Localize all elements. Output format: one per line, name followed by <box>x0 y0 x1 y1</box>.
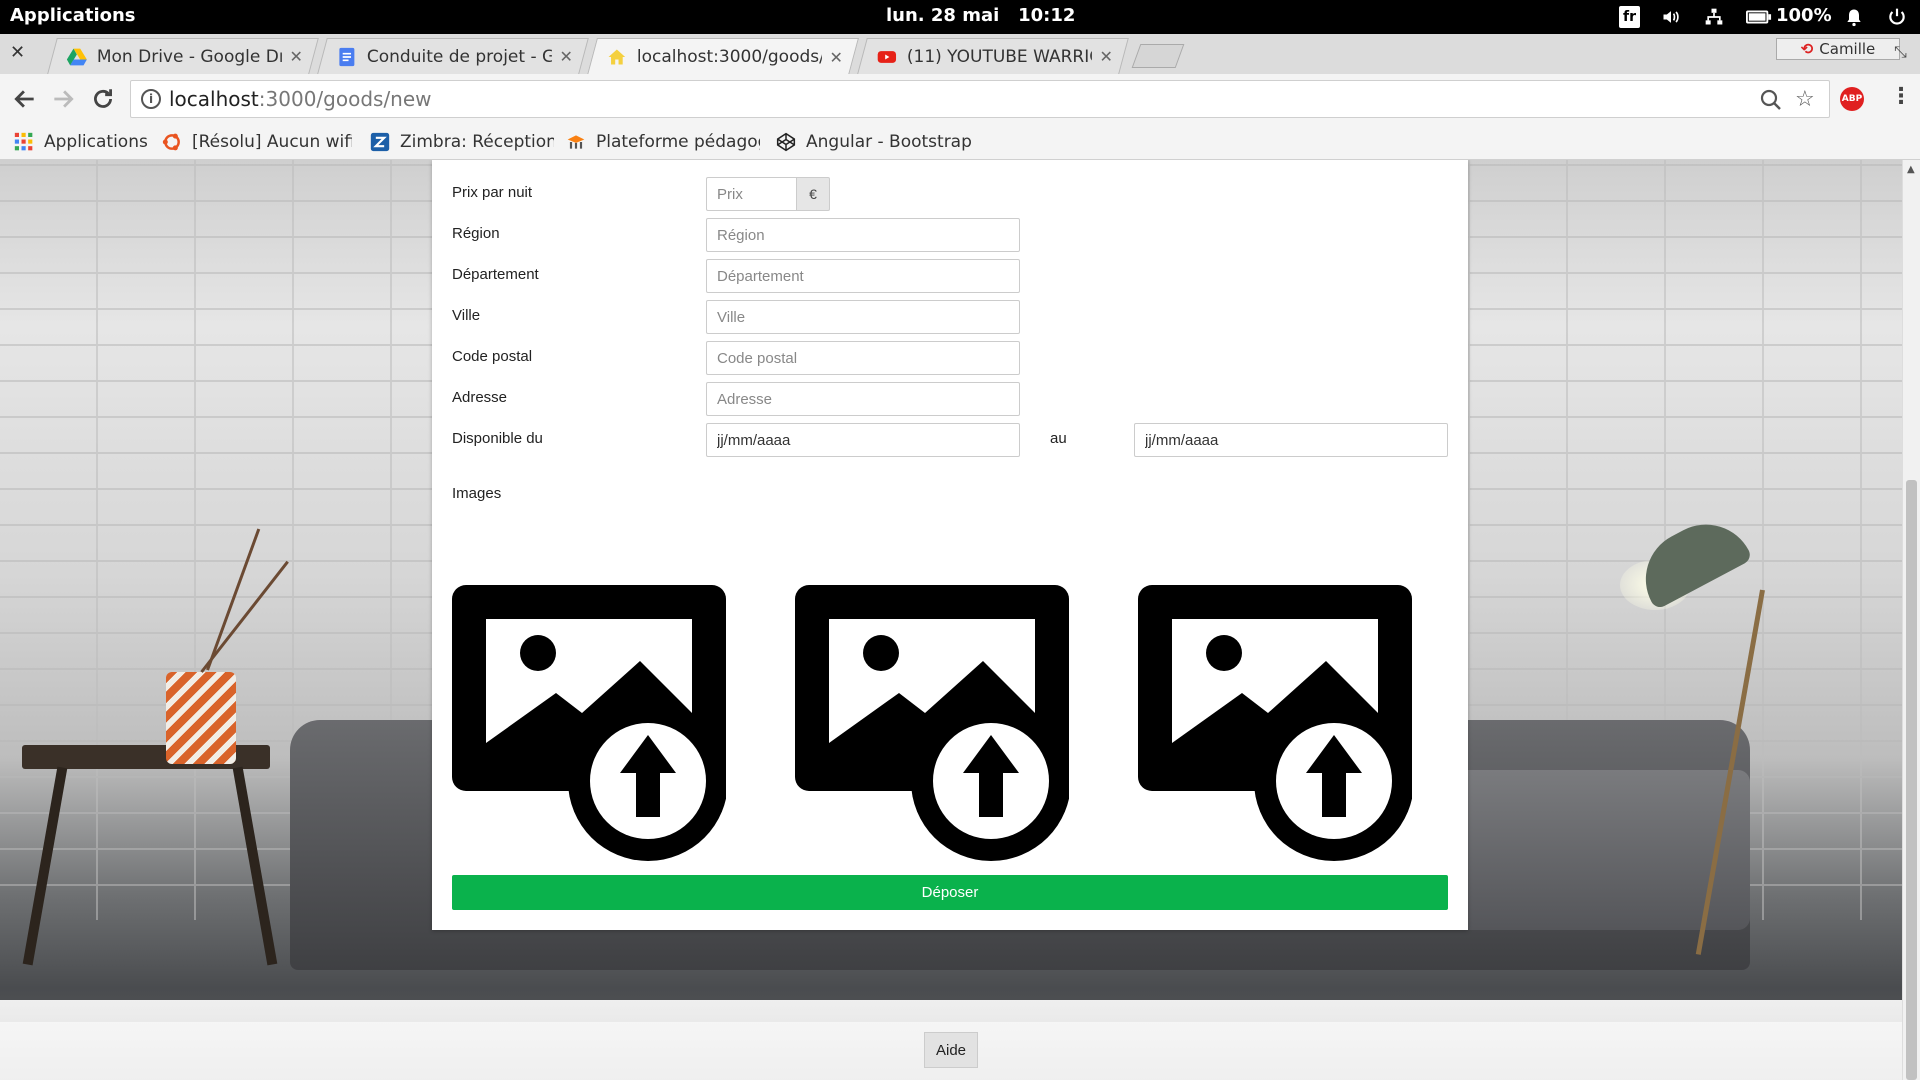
tab-title: Mon Drive - Google Drive <box>96 46 282 67</box>
ubuntu-icon <box>162 133 180 151</box>
bookmark-resolu-wifi[interactable]: [Résolu] Aucun wifi ha <box>162 128 352 156</box>
tab-localhost-active[interactable]: localhost:3000/goods/new ✕ <box>587 38 859 75</box>
back-arrow-icon[interactable] <box>12 86 38 112</box>
notification-bell-icon[interactable] <box>1843 7 1865 27</box>
city-input[interactable] <box>706 300 1020 334</box>
google-drive-icon <box>66 48 87 65</box>
bookmark-label: Zimbra: Réception <box>400 132 554 152</box>
tab-title: Conduite de projet - Google Docs <box>366 46 552 67</box>
profile-name: Camille <box>1819 40 1876 58</box>
available-from-label: Disponible du <box>452 430 543 447</box>
region-label: Région <box>452 225 500 242</box>
postal-code-label: Code postal <box>452 348 533 365</box>
close-window-icon[interactable]: ✕ <box>10 42 25 63</box>
new-tab-button[interactable] <box>1131 44 1185 68</box>
tab-google-docs[interactable]: Conduite de projet - Google Docs ✕ <box>317 38 589 74</box>
vase-background <box>166 672 236 764</box>
new-good-form-card: Prix par nuit € Région Département Ville… <box>432 160 1468 930</box>
address-bar[interactable]: i localhost:3000/goods/new ☆ <box>130 80 1830 118</box>
image-upload-slot-1[interactable] <box>452 585 728 861</box>
page-viewport: Prix par nuit € Région Département Ville… <box>0 160 1902 1080</box>
tab-title: (11) YOUTUBE WARRIORS <box>906 46 1092 67</box>
site-info-icon[interactable]: i <box>141 89 161 109</box>
image-upload-slot-3[interactable] <box>1138 585 1414 861</box>
google-docs-icon <box>339 47 355 66</box>
tab-title: localhost:3000/goods/new <box>636 47 822 67</box>
bookmark-angular-bootstrap[interactable]: Angular - Bootstrap <box>776 128 976 156</box>
battery-percentage: 100% <box>1776 5 1832 26</box>
bookmark-label: [Résolu] Aucun wifi ha <box>192 132 352 152</box>
apps-grid-icon <box>14 132 33 151</box>
os-top-bar: Applications lun. 28 mai 10:12 fr 100% <box>0 0 1920 34</box>
images-label: Images <box>452 485 502 502</box>
browser-toolbar: i localhost:3000/goods/new ☆ ABP ⋮ <box>0 74 1920 124</box>
bookmark-applications[interactable]: Applications <box>14 128 154 156</box>
currency-addon: € <box>797 177 830 211</box>
image-upload-icon <box>1138 585 1414 861</box>
adblock-plus-icon[interactable]: ABP <box>1840 87 1864 111</box>
os-clock[interactable]: lun. 28 mai 10:12 <box>886 5 1075 26</box>
tab-youtube[interactable]: (11) YOUTUBE WARRIORS ✕ <box>857 38 1129 74</box>
close-tab-icon[interactable]: ✕ <box>1099 47 1112 66</box>
bookmark-label: Applications <box>44 132 148 152</box>
bookmark-label: Angular - Bootstrap <box>806 132 972 152</box>
tab-google-drive[interactable]: Mon Drive - Google Drive ✕ <box>47 38 319 74</box>
bookmark-zimbra[interactable]: Zimbra: Réception <box>370 128 554 156</box>
date-from-input[interactable] <box>706 423 1020 457</box>
close-tab-icon[interactable]: ✕ <box>829 48 842 67</box>
network-icon[interactable] <box>1703 7 1725 27</box>
region-input[interactable] <box>706 218 1020 252</box>
scrollbar-thumb[interactable] <box>1906 480 1917 1080</box>
page-scrollbar[interactable]: ▲ <box>1902 160 1920 1080</box>
zoom-magnifier-icon[interactable] <box>1759 88 1783 112</box>
battery-icon[interactable] <box>1746 7 1772 27</box>
bookmark-plateforme[interactable]: Plateforme pédagogique <box>566 128 760 156</box>
moodle-icon <box>567 135 585 149</box>
browser-menu-icon[interactable]: ⋮ <box>1890 84 1912 109</box>
close-tab-icon[interactable]: ✕ <box>289 47 302 66</box>
zimbra-icon <box>370 132 390 152</box>
image-upload-icon <box>795 585 1071 861</box>
codepen-icon <box>776 132 796 152</box>
power-icon[interactable] <box>1886 7 1908 27</box>
departement-label: Département <box>452 266 539 283</box>
scroll-up-arrow-icon[interactable]: ▲ <box>1907 164 1915 175</box>
bookmarks-bar: Applications [Résolu] Aucun wifi ha Zimb… <box>0 124 1920 160</box>
forward-arrow-icon[interactable] <box>50 86 76 112</box>
address-label: Adresse <box>452 389 508 406</box>
reload-icon[interactable] <box>90 86 116 112</box>
os-applications-menu[interactable]: Applications <box>10 5 136 26</box>
date-to-input[interactable] <box>1134 423 1448 457</box>
postal-code-input[interactable] <box>706 341 1020 375</box>
profile-button[interactable]: ⟲ Camille <box>1776 38 1900 60</box>
bookmark-star-icon[interactable]: ☆ <box>1795 87 1815 112</box>
address-input[interactable] <box>706 382 1020 416</box>
city-label: Ville <box>452 307 481 324</box>
bookmark-label: Plateforme pédagogique <box>596 132 760 152</box>
departement-input[interactable] <box>706 259 1020 293</box>
restore-window-icon[interactable]: ⤡ <box>1894 42 1907 62</box>
price-label: Prix par nuit <box>452 184 533 201</box>
price-input[interactable] <box>706 177 797 211</box>
help-button[interactable]: Aide <box>924 1032 978 1068</box>
profile-sync-icon: ⟲ <box>1800 40 1814 58</box>
volume-icon[interactable] <box>1660 7 1682 27</box>
image-upload-slot-2[interactable] <box>795 585 1071 861</box>
url-text[interactable]: localhost:3000/goods/new <box>169 87 432 111</box>
image-upload-icon <box>452 585 728 861</box>
browser-tab-strip: ✕ Mon Drive - Google Drive ✕ Conduite de… <box>0 34 1920 75</box>
submit-deposer-button[interactable]: Déposer <box>452 875 1448 910</box>
close-tab-icon[interactable]: ✕ <box>559 47 572 66</box>
keyboard-layout-indicator[interactable]: fr <box>1619 6 1640 28</box>
date-to-label: au <box>1050 430 1067 447</box>
house-icon <box>608 49 626 65</box>
youtube-icon <box>877 50 897 63</box>
